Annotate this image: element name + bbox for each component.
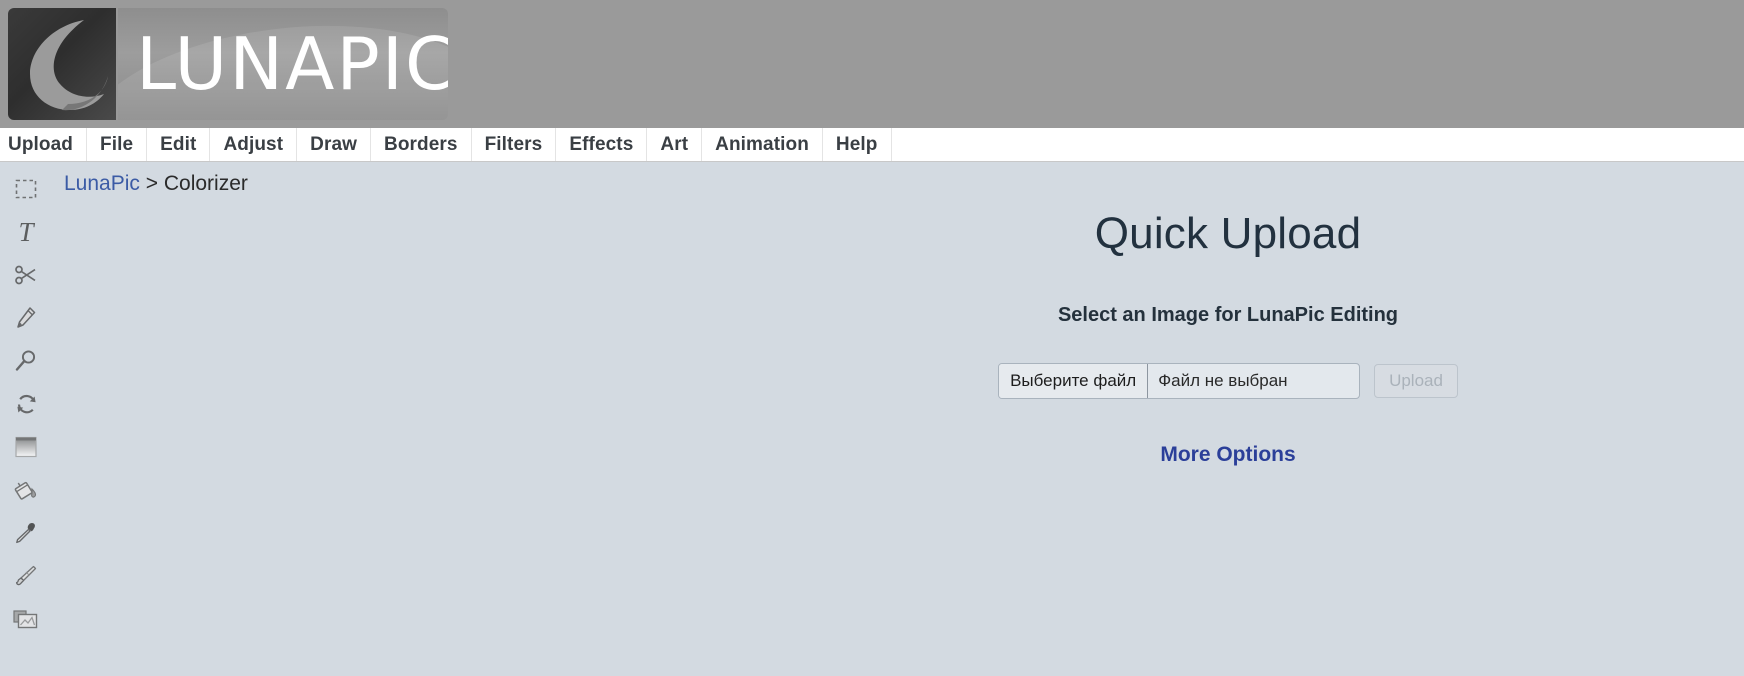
logo-wordmark-text: LUNAPIC <box>136 22 448 106</box>
menu-item-upload[interactable]: Upload <box>0 128 87 161</box>
paint-bucket-icon <box>14 481 37 500</box>
choose-file-button[interactable]: Выберите файл <box>999 364 1149 399</box>
menu-item-adjust[interactable]: Adjust <box>210 128 298 161</box>
site-header: LUNAPIC <box>0 0 1744 128</box>
selected-file-name: Файл не выбран <box>1158 371 1288 391</box>
rotate-refresh-icon <box>16 394 36 413</box>
page-body: T LunaPic > Colorizer Quick Upload Selec… <box>0 162 1744 676</box>
main-menu-bar: Upload File Edit Adjust Draw Borders Fil… <box>0 128 1744 162</box>
paintbrush-icon[interactable] <box>9 559 43 593</box>
pencil-icon <box>17 307 36 328</box>
menu-item-animation[interactable]: Animation <box>702 128 823 161</box>
text-tool-glyph: T <box>18 216 34 247</box>
rotate-refresh-icon[interactable] <box>9 387 43 421</box>
quick-upload-content: Quick Upload Select an Image for LunaPic… <box>998 209 1458 467</box>
lunapic-logo-banner[interactable]: LUNAPIC <box>8 8 448 120</box>
menu-item-effects[interactable]: Effects <box>556 128 648 161</box>
scissors-cut-icon[interactable] <box>9 258 43 292</box>
upload-form-row: Выберите файл Файл не выбран Upload <box>998 363 1458 400</box>
logo-moon-panel <box>8 8 116 120</box>
text-tool-icon[interactable]: T <box>9 215 43 249</box>
marquee-select-icon <box>15 179 37 199</box>
more-options-link[interactable]: More Options <box>1160 443 1295 467</box>
logo-wordmark-panel: LUNAPIC <box>118 8 448 120</box>
open-folder-icon[interactable] <box>9 602 43 636</box>
menu-item-draw[interactable]: Draw <box>297 128 372 161</box>
paintbrush-icon <box>15 565 37 586</box>
menu-item-file[interactable]: File <box>87 128 148 161</box>
menu-item-filters[interactable]: Filters <box>472 128 557 161</box>
gradient-fade-icon[interactable] <box>9 430 43 464</box>
marquee-select-icon[interactable] <box>9 172 43 206</box>
eyedropper-icon <box>16 522 35 544</box>
eyedropper-icon[interactable] <box>9 516 43 550</box>
menu-item-art[interactable]: Art <box>647 128 703 161</box>
gradient-fade-icon <box>15 436 37 458</box>
magnifier-zoom-icon <box>15 350 36 371</box>
menu-item-borders[interactable]: Borders <box>371 128 472 161</box>
quick-upload-subtitle: Select an Image for LunaPic Editing <box>1057 304 1399 327</box>
upload-button[interactable]: Upload <box>1374 364 1458 399</box>
menu-item-help[interactable]: Help <box>823 128 892 161</box>
crescent-moon-icon <box>30 20 108 111</box>
open-folder-icon <box>13 610 38 629</box>
left-tool-rail: T <box>0 162 52 676</box>
quick-upload-panel: Quick Upload Select an Image for LunaPic… <box>52 162 1744 676</box>
file-input[interactable]: Выберите файл Файл не выбран <box>998 363 1361 400</box>
scissors-cut-icon <box>15 265 36 285</box>
pencil-icon[interactable] <box>9 301 43 335</box>
magnifier-zoom-icon[interactable] <box>9 344 43 378</box>
paint-bucket-icon[interactable] <box>9 473 43 507</box>
menu-item-edit[interactable]: Edit <box>147 128 211 161</box>
page-title: Quick Upload <box>1094 209 1362 258</box>
